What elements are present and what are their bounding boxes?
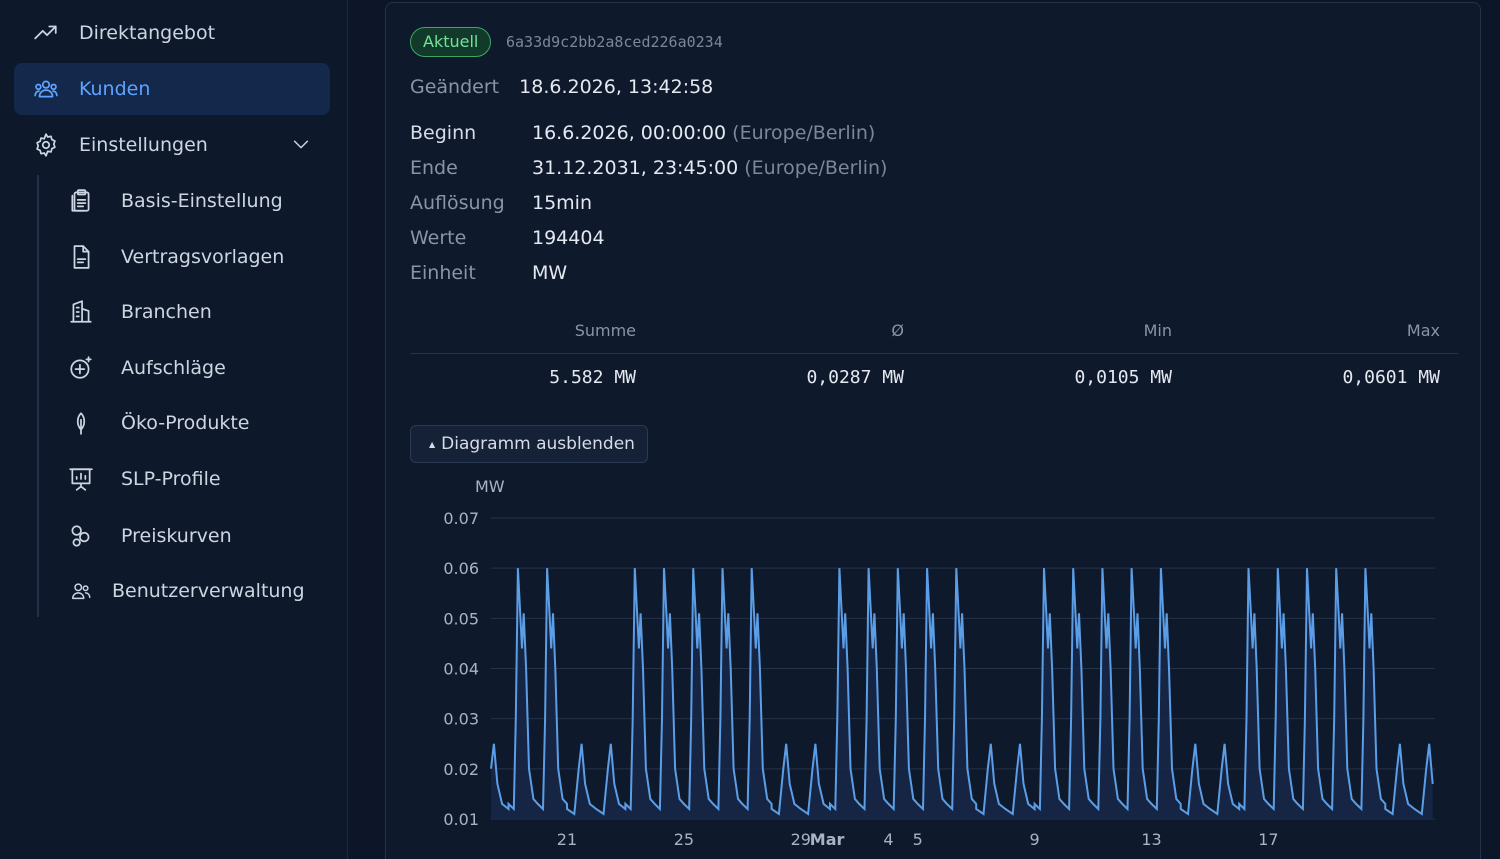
field-label-ende: Ende	[410, 157, 458, 179]
clipboard-icon	[66, 186, 96, 216]
leaf-icon	[66, 408, 96, 438]
circles-icon	[66, 521, 96, 551]
x-tick-label: 29	[791, 830, 811, 849]
y-axis-unit-label: MW	[475, 477, 505, 496]
changed-row: Geändert 18.6.2026, 13:42:58	[410, 76, 713, 98]
sidebar-item-label: Benutzerverwaltung	[112, 580, 305, 602]
presentation-chart-icon	[66, 464, 96, 494]
y-tick-label: 0.06	[443, 559, 479, 578]
y-tick-label: 0.07	[443, 509, 479, 528]
y-tick-label: 0.02	[443, 760, 479, 779]
stat-value-avg: 0,0287 MW	[806, 367, 904, 388]
building-icon	[66, 297, 96, 327]
sidebar-item-branchen[interactable]: Branchen	[66, 289, 212, 335]
chevron-down-icon[interactable]	[290, 133, 312, 155]
sidebar-item-oeko-produkte[interactable]: Öko-Produkte	[66, 400, 250, 446]
nav-label: Kunden	[79, 78, 151, 100]
record-id: 6a33d9c2bb2a8ced226a0234	[506, 33, 723, 51]
nav-item-kunden[interactable]: Kunden	[14, 63, 330, 115]
submenu-divider	[37, 175, 39, 617]
x-tick-label: 17	[1258, 830, 1278, 849]
sidebar-item-slp-profile[interactable]: SLP-Profile	[66, 456, 221, 502]
field-label-einheit: Einheit	[410, 262, 476, 284]
sidebar-item-label: Öko-Produkte	[121, 412, 250, 434]
field-value-werte: 194404	[532, 227, 605, 249]
document-icon	[66, 242, 96, 272]
toggle-chart-label: Diagramm ausblenden	[441, 434, 635, 454]
field-value-aufloesung: 15min	[532, 192, 593, 214]
nav-item-einstellungen[interactable]: Einstellungen	[14, 119, 330, 171]
x-tick-label: 9	[1030, 830, 1040, 849]
sidebar-item-label: Preiskurven	[121, 525, 232, 547]
stat-value-max: 0,0601 MW	[1342, 367, 1440, 388]
stat-value-summe: 5.582 MW	[549, 367, 636, 388]
nav-item-direktangebot[interactable]: Direktangebot	[14, 7, 330, 59]
field-value-einheit: MW	[532, 262, 568, 284]
changed-label: Geändert	[410, 76, 500, 98]
stat-header-summe: Summe	[574, 321, 636, 340]
toggle-chart-button[interactable]: ▲ Diagramm ausblenden	[410, 425, 648, 463]
field-value-ende: 31.12.2031, 23:45:00 (Europe/Berlin)	[532, 157, 887, 179]
field-label-aufloesung: Auflösung	[410, 192, 505, 214]
gear-icon	[31, 130, 61, 160]
beginn-timezone: (Europe/Berlin)	[732, 122, 876, 144]
sidebar-item-vertragsvorlagen[interactable]: Vertragsvorlagen	[66, 234, 284, 280]
stat-header-avg: Ø	[891, 321, 904, 340]
sidebar-item-basis-einstellung[interactable]: Basis-Einstellung	[66, 178, 283, 224]
ende-timezone: (Europe/Berlin)	[744, 157, 888, 179]
x-tick-label: 21	[557, 830, 577, 849]
stat-header-max: Max	[1406, 321, 1440, 340]
y-tick-label: 0.05	[443, 609, 479, 628]
ende-value: 31.12.2031, 23:45:00	[532, 157, 739, 179]
sidebar-item-label: Aufschläge	[121, 357, 226, 379]
x-tick-label: Mar	[810, 830, 845, 849]
sidebar-item-label: SLP-Profile	[121, 468, 221, 490]
nav-label: Einstellungen	[79, 134, 208, 156]
x-axis-ticks: 21 25 29Mar 4 5 9 13 17	[557, 830, 1279, 849]
y-axis-ticks: 0.01 0.02 0.03 0.04 0.05 0.06 0.07	[443, 509, 479, 829]
sidebar-item-label: Branchen	[121, 301, 212, 323]
status-badge: Aktuell	[410, 27, 492, 57]
caret-up-icon: ▲	[429, 439, 436, 449]
field-label-beginn: Beginn	[410, 122, 477, 144]
user-group-icon	[66, 576, 96, 606]
field-label-werte: Werte	[410, 227, 467, 249]
trending-up-icon	[31, 18, 61, 48]
x-tick-label: 25	[674, 830, 694, 849]
x-tick-label: 13	[1141, 830, 1161, 849]
nav-label: Direktangebot	[79, 22, 216, 44]
users-icon	[31, 74, 61, 104]
x-tick-label: 5	[913, 830, 923, 849]
x-tick-label: 4	[883, 830, 893, 849]
plus-circle-icon	[66, 353, 96, 383]
load-profile-chart[interactable]: MW 0.01 0.02 0.03 0.04 0.05 0.06 0.07 21 25 29Ma…	[385, 470, 1481, 859]
field-value-beginn: 16.6.2026, 00:00:00 (Europe/Berlin)	[532, 122, 875, 144]
stats-divider	[410, 353, 1458, 354]
sidebar-item-label: Vertragsvorlagen	[121, 246, 285, 268]
stat-value-min: 0,0105 MW	[1074, 367, 1172, 388]
y-tick-label: 0.04	[443, 660, 479, 679]
sidebar: Direktangebot Kunden Einstellungen Basis…	[0, 0, 348, 859]
sidebar-item-aufschlaege[interactable]: Aufschläge	[66, 345, 226, 391]
sidebar-item-preiskurven[interactable]: Preiskurven	[66, 513, 232, 559]
beginn-value: 16.6.2026, 00:00:00	[532, 122, 727, 144]
sidebar-item-benutzerverwaltung[interactable]: Benutzerverwaltung	[66, 568, 305, 614]
y-tick-label: 0.01	[443, 810, 479, 829]
sidebar-item-label: Basis-Einstellung	[121, 190, 283, 212]
stat-header-min: Min	[1143, 321, 1172, 340]
changed-value: 18.6.2026, 13:42:58	[519, 76, 714, 98]
y-tick-label: 0.03	[443, 710, 479, 729]
